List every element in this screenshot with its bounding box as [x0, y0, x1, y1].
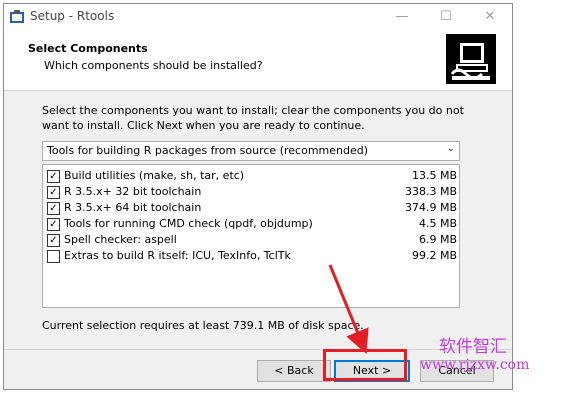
watermark-url: www.rjzxw.com: [420, 357, 530, 373]
next-button-highlight: [323, 349, 407, 381]
watermark-title: 软件智汇: [439, 337, 507, 357]
